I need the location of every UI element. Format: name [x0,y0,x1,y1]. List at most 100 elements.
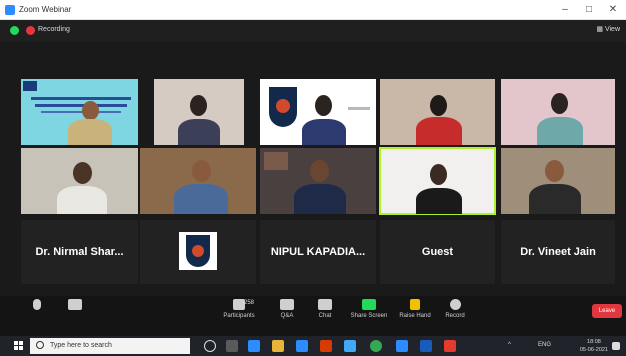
participant-body [57,186,107,214]
edge-browser-icon[interactable] [248,340,260,352]
app-icon[interactable] [344,340,356,352]
slide-text-line [31,97,131,100]
participant-head [73,162,92,184]
participant-name: Guest [421,246,454,258]
view-label: View [604,26,620,33]
logo-tile[interactable] [140,220,256,284]
slide-text-line [41,111,121,113]
participant-head [315,95,332,116]
participant-body [416,117,462,145]
office-icon[interactable] [320,340,332,352]
name-tile-guest[interactable]: Guest [380,220,495,284]
video-tile-participant-8[interactable] [260,148,376,214]
file-explorer-icon[interactable] [272,340,284,352]
participant-name: Dr. Nirmal Shar... [35,246,124,258]
participant-body [529,184,581,214]
slide-text-line [35,104,127,107]
video-tile-participant-3[interactable] [260,79,376,145]
microphone-icon [33,299,41,310]
share-screen-icon [362,299,376,310]
participants-count: 258 [244,300,255,306]
participant-body [302,119,346,145]
recording-label: Recording [38,26,70,33]
participant-body [174,184,228,214]
cortana-icon[interactable] [204,340,216,352]
meeting-topbar: Recording ▦ View [0,20,626,42]
video-tile-participant-6[interactable] [21,148,138,214]
clock-date: 05-06-2021 [579,347,608,353]
participant-body [294,184,346,214]
participant-head [310,160,329,182]
leave-button[interactable]: Leave [592,304,622,318]
system-clock[interactable]: 18:08 05-06-2021 [580,338,608,354]
notification-icon[interactable] [612,342,620,350]
shield-emblem-icon [276,99,290,113]
task-view-icon[interactable] [226,340,238,352]
windows-start-icon[interactable] [14,341,24,351]
participant-head [551,93,568,114]
wall-text [348,107,370,110]
name-tile-vineet[interactable]: Dr. Vineet Jain [501,220,615,284]
app-icon[interactable] [296,340,308,352]
video-tile-participant-2[interactable] [154,79,244,145]
tray-chevron-icon[interactable]: ^ [508,342,511,348]
zoom-taskbar-icon[interactable] [396,340,408,352]
meeting-controls: Participants 258 Q&A Chat Share Screen R… [0,296,626,336]
name-tile-nipul[interactable]: NIPUL KAPADIA... [260,220,376,284]
qa-label: Q&A [280,313,294,319]
raise-hand-icon [410,299,420,310]
video-button[interactable] [52,299,98,313]
chat-icon [318,299,332,310]
participant-body [416,188,462,214]
shield-emblem-icon [192,245,204,257]
record-icon [449,299,461,310]
share-screen-label: Share Screen [350,313,388,319]
participant-body [178,119,220,145]
meeting-area: Recording ▦ View Dr. Nirmal Shar... NIPU… [0,20,626,336]
chat-label: Chat [318,313,332,319]
record-button[interactable]: Record [432,299,478,319]
participants-label: Participants [223,313,255,319]
view-button[interactable]: ▦ View [596,25,620,33]
window-title: Zoom Webinar [19,5,72,14]
video-tile-participant-7[interactable] [140,148,256,214]
chrome-icon[interactable] [370,340,382,352]
minimize-button[interactable]: – [554,3,576,17]
video-tile-participant-4[interactable] [380,79,495,145]
video-tile-participant-5[interactable] [501,79,615,145]
university-logo-icon [23,81,37,91]
name-tile-nirmal[interactable]: Dr. Nirmal Shar... [21,220,138,284]
video-tile-presenter-slide[interactable] [21,79,138,145]
chat-button[interactable]: Chat [302,299,348,319]
profile-logo [179,232,217,270]
clock-time: 18:08 [587,339,601,345]
language-indicator[interactable]: ENG [538,342,551,348]
maximize-button[interactable]: □ [578,3,600,17]
window-titlebar: Zoom Webinar – □ ✕ [0,0,626,20]
background-poster [264,152,288,170]
qa-icon [280,299,294,310]
camera-icon [68,299,82,310]
participant-head [82,101,99,120]
word-icon[interactable] [420,340,432,352]
share-screen-button[interactable]: Share Screen [346,299,392,319]
windows-taskbar: Type here to search ^ ENG 18:08 05-06-20… [0,336,626,356]
participant-body [537,117,583,145]
pdf-icon[interactable] [444,340,456,352]
close-button[interactable]: ✕ [602,3,624,17]
participant-name: NIPUL KAPADIA... [270,246,366,258]
participant-head [192,160,211,182]
participants-button[interactable]: Participants [216,299,262,319]
search-placeholder: Type here to search [50,342,112,349]
participant-head [430,95,447,116]
security-shield-icon[interactable] [10,26,19,35]
participant-head [430,164,447,185]
recording-icon [26,26,35,35]
taskbar-search-box[interactable]: Type here to search [30,338,190,354]
search-icon [36,341,44,349]
zoom-app-icon [5,5,15,15]
participant-body [68,119,112,145]
participant-head [190,95,207,116]
video-tile-active-speaker[interactable] [379,147,496,215]
video-tile-participant-10[interactable] [501,148,615,214]
